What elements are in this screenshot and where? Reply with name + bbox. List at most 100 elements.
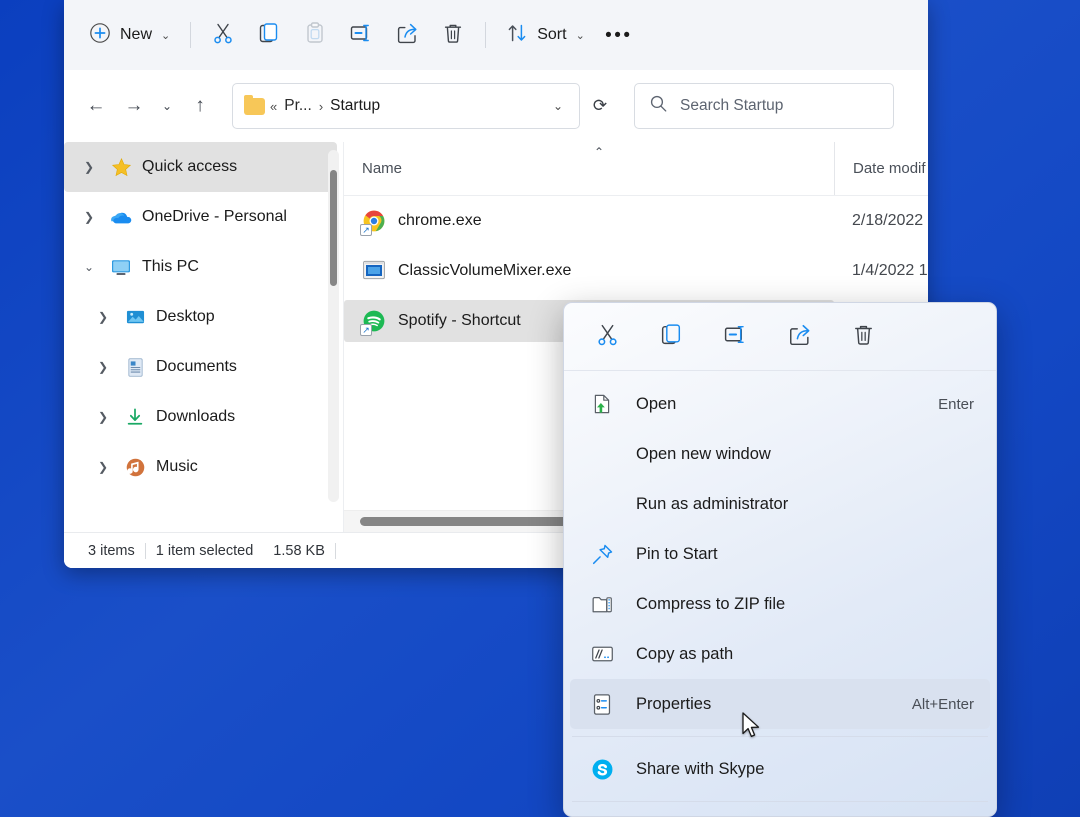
cut-icon <box>595 322 620 352</box>
menu-item-run-as-administrator[interactable]: Run as administrator <box>570 479 990 529</box>
scrollbar-thumb[interactable] <box>330 170 337 286</box>
menu-item-label: Compress to ZIP file <box>636 595 974 614</box>
navigation-pane: ❯ Quick access ❯ OneDrive - Personal <box>64 142 344 532</box>
column-header-date-modified[interactable]: Date modif <box>834 142 928 195</box>
blank-icon <box>590 442 614 466</box>
share-button[interactable] <box>776 316 822 358</box>
up-button[interactable]: ↑ <box>182 88 218 124</box>
menu-item-pin-to-start[interactable]: Pin to Start <box>570 529 990 579</box>
column-headers: Name ⌃ Date modif <box>344 142 928 196</box>
command-bar: New ⌄ <box>64 0 928 70</box>
table-row[interactable]: ClassicVolumeMixer.exe 1/4/2022 1 <box>344 246 928 296</box>
sidebar-item-onedrive[interactable]: ❯ OneDrive - Personal <box>64 192 337 242</box>
menu-divider <box>572 736 988 737</box>
blank-icon <box>590 492 614 516</box>
rename-button[interactable] <box>712 316 758 358</box>
breadcrumb-separator: › <box>314 99 328 114</box>
spotify-icon: ↗ <box>362 309 386 333</box>
chevron-right-icon[interactable]: ❯ <box>92 460 114 474</box>
share-icon <box>787 322 812 352</box>
breadcrumb-item-startup[interactable]: Startup <box>328 97 382 115</box>
shortcut-overlay-icon: ↗ <box>360 224 372 236</box>
sidebar-item-quick-access[interactable]: ❯ Quick access <box>64 142 337 192</box>
rename-icon <box>349 21 373 50</box>
search-input[interactable]: Search Startup <box>680 97 783 115</box>
sidebar-item-music[interactable]: ❯ Music <box>64 442 337 492</box>
copy-icon <box>659 322 684 352</box>
open-file-icon <box>590 392 614 416</box>
share-button[interactable] <box>384 15 430 55</box>
menu-item-label: Properties <box>636 695 912 714</box>
zip-folder-icon <box>590 592 614 616</box>
rename-icon <box>723 322 748 352</box>
breadcrumb[interactable]: « Pr... › Startup ⌄ <box>232 83 580 129</box>
star-icon <box>110 156 132 178</box>
chevron-down-icon[interactable]: ⌄ <box>545 99 571 113</box>
context-menu-icon-row <box>564 303 996 371</box>
sidebar-item-downloads[interactable]: ❯ Downloads <box>64 392 337 442</box>
menu-item-share-with-skype[interactable]: Share with Skype <box>570 744 990 794</box>
sort-button[interactable]: Sort ⌄ <box>495 15 596 55</box>
cut-button[interactable] <box>200 15 246 55</box>
chevron-right-icon[interactable]: ❯ <box>92 310 114 324</box>
sidebar-item-label: Documents <box>156 358 237 376</box>
cut-icon <box>211 21 235 50</box>
recent-locations-button[interactable]: ⌄ <box>154 88 180 124</box>
menu-item-shortcut: Enter <box>938 396 974 413</box>
cut-button[interactable] <box>584 316 630 358</box>
refresh-icon: ⟳ <box>591 96 609 116</box>
chevron-down-icon[interactable]: ⌄ <box>78 260 100 274</box>
delete-button[interactable] <box>430 15 476 55</box>
sidebar-item-label: OneDrive - Personal <box>142 208 287 226</box>
share-icon <box>395 21 419 50</box>
sidebar-item-documents[interactable]: ❯ Documents <box>64 342 337 392</box>
chevron-right-icon[interactable]: ❯ <box>92 360 114 374</box>
copy-button[interactable] <box>246 15 292 55</box>
delete-button[interactable] <box>840 316 886 358</box>
menu-item-label: Pin to Start <box>636 545 974 564</box>
copy-button[interactable] <box>648 316 694 358</box>
pin-icon <box>590 542 614 566</box>
menu-item-copy-as-path[interactable]: Copy as path <box>570 629 990 679</box>
chrome-icon: ↗ <box>362 209 386 233</box>
menu-item-shortcut: Alt+Enter <box>912 696 974 713</box>
sidebar-item-this-pc[interactable]: ⌄ This PC <box>64 242 337 292</box>
menu-item-open[interactable]: Open Enter <box>570 379 990 429</box>
chevron-down-icon: ⌄ <box>161 29 170 42</box>
sidebar-item-label: Desktop <box>156 308 215 326</box>
file-name-cell[interactable]: ↗ chrome.exe <box>344 200 834 242</box>
file-name-label: Spotify - Shortcut <box>398 312 521 330</box>
file-name-cell[interactable]: ClassicVolumeMixer.exe <box>344 250 834 292</box>
menu-item-compress-to-zip[interactable]: Compress to ZIP file <box>570 579 990 629</box>
delete-icon <box>851 322 876 352</box>
toolbar-divider-2 <box>485 22 486 48</box>
chevron-right-icon[interactable]: ❯ <box>92 410 114 424</box>
file-name-label: ClassicVolumeMixer.exe <box>398 262 571 280</box>
menu-item-label: Open <box>636 395 938 414</box>
column-header-date-label: Date modif <box>853 160 926 177</box>
back-button[interactable]: ← <box>78 88 114 124</box>
forward-button[interactable]: → <box>116 88 152 124</box>
search-box[interactable]: Search Startup <box>634 83 894 129</box>
breadcrumb-item-programs[interactable]: Pr... <box>282 97 314 115</box>
new-button[interactable]: New ⌄ <box>78 15 181 55</box>
menu-item-open-new-window[interactable]: Open new window <box>570 429 990 479</box>
menu-item-properties[interactable]: Properties Alt+Enter <box>570 679 990 729</box>
see-more-button[interactable]: ••• <box>596 15 642 55</box>
download-icon <box>124 406 146 428</box>
column-header-name[interactable]: Name ⌃ <box>344 142 834 195</box>
navigation-pane-scrollbar[interactable] <box>328 150 339 502</box>
menu-item-label: Share with Skype <box>636 760 974 779</box>
rename-button[interactable] <box>338 15 384 55</box>
ellipsis-icon: ••• <box>605 26 632 45</box>
chevron-down-icon: ⌄ <box>576 29 585 42</box>
sidebar-item-desktop[interactable]: ❯ Desktop <box>64 292 337 342</box>
breadcrumb-overflow[interactable]: « <box>265 99 282 114</box>
table-row[interactable]: ↗ chrome.exe 2/18/2022 <box>344 196 928 246</box>
chevron-right-icon[interactable]: ❯ <box>78 160 100 174</box>
plus-circle-icon <box>89 22 111 49</box>
status-size: 1.58 KB <box>263 543 335 559</box>
chevron-right-icon[interactable]: ❯ <box>78 210 100 224</box>
refresh-button[interactable]: ⟳ <box>582 88 618 124</box>
sort-icon <box>506 22 528 49</box>
